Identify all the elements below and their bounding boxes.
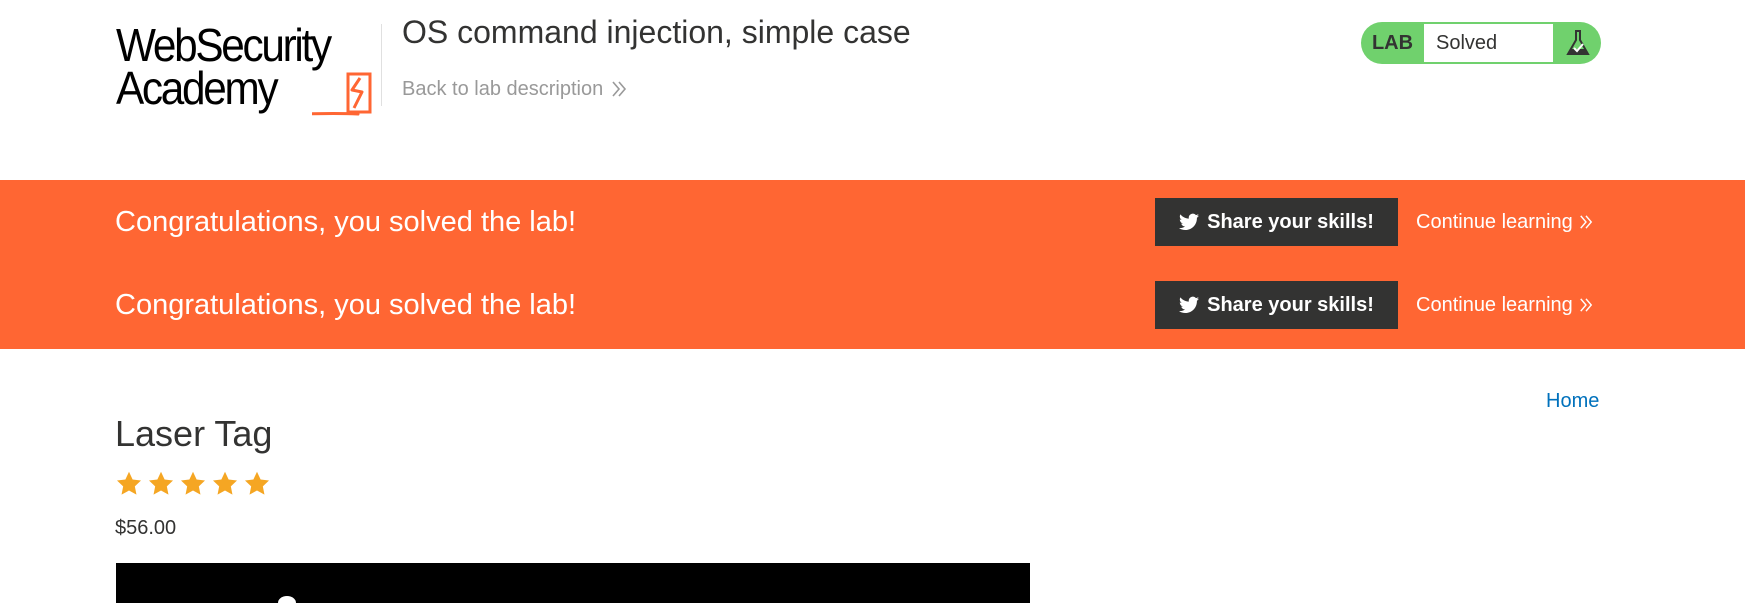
continue-learning-label: Continue learning [1416, 211, 1573, 233]
star-icon [212, 471, 238, 495]
product-image-highlight [278, 596, 296, 603]
star-icon [244, 471, 270, 495]
star-icon [116, 471, 142, 495]
share-skills-button[interactable]: Share your skills! [1155, 281, 1398, 329]
back-link-label: Back to lab description [402, 78, 604, 100]
double-chevron-right-icon [612, 81, 627, 97]
web-security-academy-logo[interactable]: WebSecurity Academy [116, 18, 378, 118]
continue-learning-label: Continue learning [1416, 294, 1573, 316]
banner-row: Congratulations, you solved the lab! Sha… [0, 281, 1745, 329]
product-title: Laser Tag [115, 413, 273, 454]
twitter-icon [1179, 213, 1200, 230]
star-icon [180, 471, 206, 495]
back-to-lab-description-link[interactable]: Back to lab description [402, 76, 627, 102]
share-skills-button[interactable]: Share your skills! [1155, 198, 1398, 246]
congratulations-message: Congratulations, you solved the lab! [115, 289, 577, 321]
congratulations-message: Congratulations, you solved the lab! [115, 206, 577, 238]
flask-icon [1565, 30, 1590, 55]
twitter-icon [1179, 296, 1200, 313]
lightning-bolt-icon [312, 72, 372, 116]
lab-title: OS command injection, simple case [402, 14, 911, 50]
header-divider [381, 24, 382, 106]
logo-text-line2: Academy [116, 62, 279, 114]
double-chevron-right-icon [1579, 298, 1592, 312]
home-link[interactable]: Home [1546, 387, 1599, 415]
flask-icon-container [1554, 22, 1601, 64]
product-image [116, 563, 1030, 603]
lab-header: WebSecurity Academy OS command injection… [0, 0, 1745, 180]
share-skills-label: Share your skills! [1207, 293, 1374, 316]
product-rating [115, 470, 271, 498]
product-price: $56.00 [115, 517, 177, 539]
continue-learning-link[interactable]: Continue learning [1416, 198, 1593, 246]
double-chevron-right-icon [1579, 215, 1592, 229]
star-icon [148, 471, 174, 495]
banner-row: Congratulations, you solved the lab! Sha… [0, 198, 1745, 246]
share-skills-label: Share your skills! [1207, 210, 1374, 233]
continue-learning-link[interactable]: Continue learning [1416, 281, 1593, 329]
lab-status-tag: LAB [1371, 32, 1414, 54]
lab-status-state: Solved [1424, 24, 1553, 62]
lab-status-widget: LAB Solved [1361, 22, 1601, 64]
congratulations-banner: Congratulations, you solved the lab! Sha… [0, 180, 1745, 349]
